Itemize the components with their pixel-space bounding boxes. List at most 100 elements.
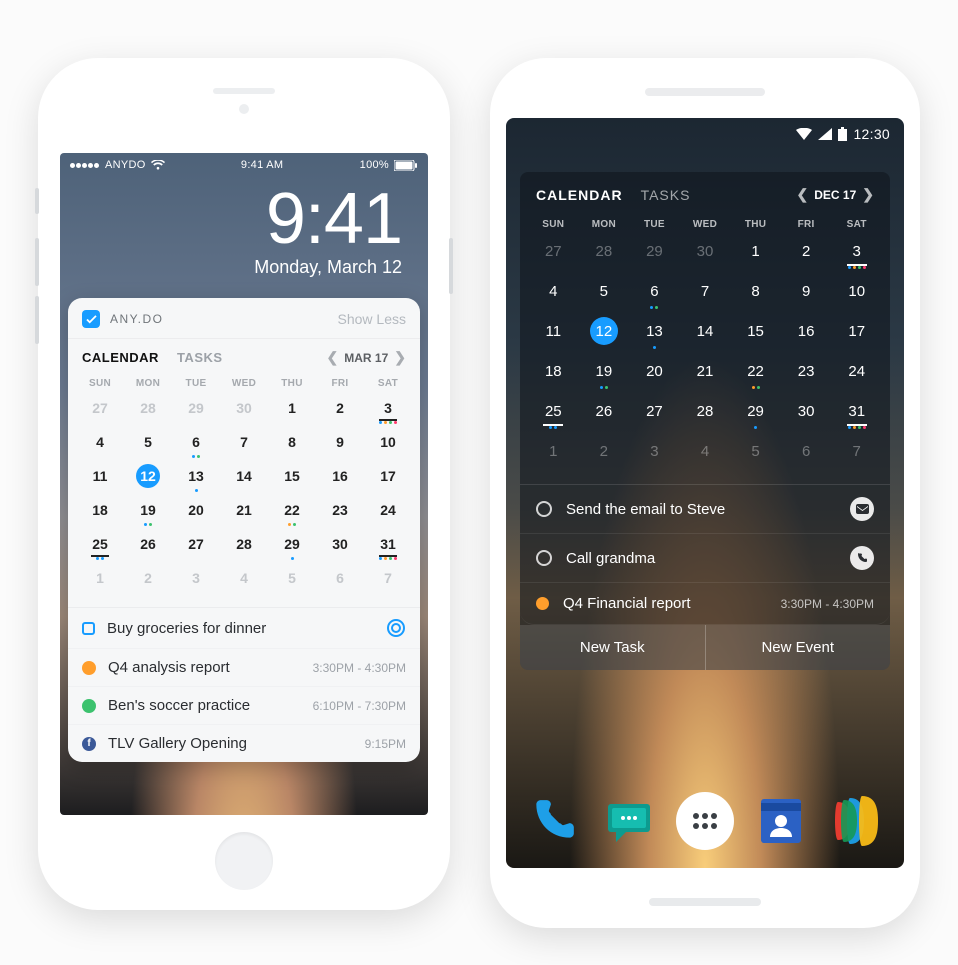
calendar-day[interactable]: 6 (316, 565, 364, 599)
messages-app-icon[interactable] (600, 792, 658, 850)
calendar-day[interactable]: 1 (268, 395, 316, 429)
radio-icon[interactable] (536, 501, 552, 517)
calendar-day[interactable]: 5 (124, 429, 172, 463)
calendar-day[interactable]: 3 (364, 395, 412, 429)
calendar-day[interactable]: 28 (579, 236, 630, 276)
calendar-day[interactable]: 29 (629, 236, 680, 276)
calendar-day[interactable]: 13 (629, 316, 680, 356)
calendar-day[interactable]: 2 (316, 395, 364, 429)
calendar-day[interactable]: 29 (268, 531, 316, 565)
calendar-day[interactable]: 23 (316, 497, 364, 531)
calendar-day[interactable]: 28 (124, 395, 172, 429)
calendar-day[interactable]: 17 (831, 316, 882, 356)
calendar-day[interactable]: 27 (172, 531, 220, 565)
tab-tasks[interactable]: TASKS (641, 187, 691, 203)
list-item[interactable]: fTLV Gallery Opening9:15PM (68, 725, 420, 762)
calendar-day[interactable]: 16 (316, 463, 364, 497)
radio-icon[interactable] (536, 550, 552, 566)
chevron-left-icon[interactable]: ❮ (327, 349, 339, 366)
calendar-day[interactable]: 4 (680, 436, 731, 476)
calendar-day[interactable]: 10 (364, 429, 412, 463)
calendar-day[interactable]: 26 (579, 396, 630, 436)
contacts-app-icon[interactable] (752, 792, 810, 850)
calendar-day[interactable]: 27 (528, 236, 579, 276)
calendar-day[interactable]: 22 (730, 356, 781, 396)
calendar-day[interactable]: 7 (831, 436, 882, 476)
tab-calendar[interactable]: CALENDAR (82, 350, 159, 365)
calendar-day[interactable]: 12 (579, 316, 630, 356)
calendar-day[interactable]: 6 (781, 436, 832, 476)
calendar-day[interactable]: 2 (781, 236, 832, 276)
calendar-day[interactable]: 1 (730, 236, 781, 276)
calendar-day[interactable]: 3 (629, 436, 680, 476)
calendar-day[interactable]: 27 (629, 396, 680, 436)
calendar-day[interactable]: 30 (220, 395, 268, 429)
calendar-day[interactable]: 5 (579, 276, 630, 316)
calendar-day[interactable]: 15 (730, 316, 781, 356)
chevron-left-icon[interactable]: ❮ (797, 186, 809, 203)
calendar-day[interactable]: 7 (680, 276, 731, 316)
calendar-day[interactable]: 25 (528, 396, 579, 436)
calendar-day[interactable]: 9 (316, 429, 364, 463)
calendar-day[interactable]: 28 (680, 396, 731, 436)
new-task-button[interactable]: New Task (520, 625, 706, 670)
calendar-day[interactable]: 4 (76, 429, 124, 463)
list-item[interactable]: Send the email to Steve (520, 485, 890, 534)
calendar-day[interactable]: 28 (220, 531, 268, 565)
calendar-day[interactable]: 10 (831, 276, 882, 316)
calendar-day[interactable]: 11 (528, 316, 579, 356)
calendar-day[interactable]: 20 (172, 497, 220, 531)
show-less-button[interactable]: Show Less (338, 311, 406, 327)
wallet-app-icon[interactable] (828, 792, 886, 850)
calendar-day[interactable]: 1 (528, 436, 579, 476)
calendar-day[interactable]: 14 (220, 463, 268, 497)
list-item[interactable]: Ben's soccer practice6:10PM - 7:30PM (68, 687, 420, 725)
calendar-day[interactable]: 27 (76, 395, 124, 429)
calendar-day[interactable]: 16 (781, 316, 832, 356)
focus-icon[interactable] (386, 618, 406, 638)
app-drawer-icon[interactable] (676, 792, 734, 850)
calendar-day[interactable]: 7 (220, 429, 268, 463)
calendar-day[interactable]: 2 (124, 565, 172, 599)
calendar-day[interactable]: 6 (172, 429, 220, 463)
list-item[interactable]: Buy groceries for dinner (68, 608, 420, 649)
calendar-day[interactable]: 24 (831, 356, 882, 396)
calendar-day[interactable]: 24 (364, 497, 412, 531)
calendar-day[interactable]: 18 (528, 356, 579, 396)
calendar-day[interactable]: 6 (629, 276, 680, 316)
chevron-right-icon[interactable]: ❯ (862, 186, 874, 203)
calendar-day[interactable]: 19 (579, 356, 630, 396)
calendar-day[interactable]: 30 (316, 531, 364, 565)
home-button[interactable] (215, 832, 273, 890)
calendar-day[interactable]: 29 (730, 396, 781, 436)
calendar-day[interactable]: 1 (76, 565, 124, 599)
anydo-widget[interactable]: ANY.DO Show Less CALENDAR TASKS ❮ MAR 17… (68, 298, 420, 762)
calendar-day[interactable]: 4 (220, 565, 268, 599)
calendar-day[interactable]: 8 (730, 276, 781, 316)
calendar-day[interactable]: 9 (781, 276, 832, 316)
calendar-day[interactable]: 31 (364, 531, 412, 565)
calendar-day[interactable]: 17 (364, 463, 412, 497)
calendar-day[interactable]: 2 (579, 436, 630, 476)
calendar-day[interactable]: 4 (528, 276, 579, 316)
calendar-day[interactable]: 23 (781, 356, 832, 396)
calendar-day[interactable]: 22 (268, 497, 316, 531)
calendar-day[interactable]: 31 (831, 396, 882, 436)
calendar-day[interactable]: 20 (629, 356, 680, 396)
list-item[interactable]: Q4 analysis report3:30PM - 4:30PM (68, 649, 420, 687)
list-item[interactable]: Call grandma (520, 534, 890, 583)
calendar-day[interactable]: 21 (680, 356, 731, 396)
calendar-day[interactable]: 19 (124, 497, 172, 531)
calendar-day[interactable]: 14 (680, 316, 731, 356)
calendar-day[interactable]: 11 (76, 463, 124, 497)
calendar-day[interactable]: 5 (730, 436, 781, 476)
calendar-day[interactable]: 3 (172, 565, 220, 599)
list-item[interactable]: Q4 Financial report3:30PM - 4:30PM (520, 583, 890, 625)
calendar-day[interactable]: 30 (781, 396, 832, 436)
new-event-button[interactable]: New Event (706, 625, 891, 670)
calendar-day[interactable]: 8 (268, 429, 316, 463)
calendar-day[interactable]: 15 (268, 463, 316, 497)
phone-icon[interactable] (850, 546, 874, 570)
phone-app-icon[interactable] (524, 792, 582, 850)
tab-tasks[interactable]: TASKS (177, 350, 223, 365)
